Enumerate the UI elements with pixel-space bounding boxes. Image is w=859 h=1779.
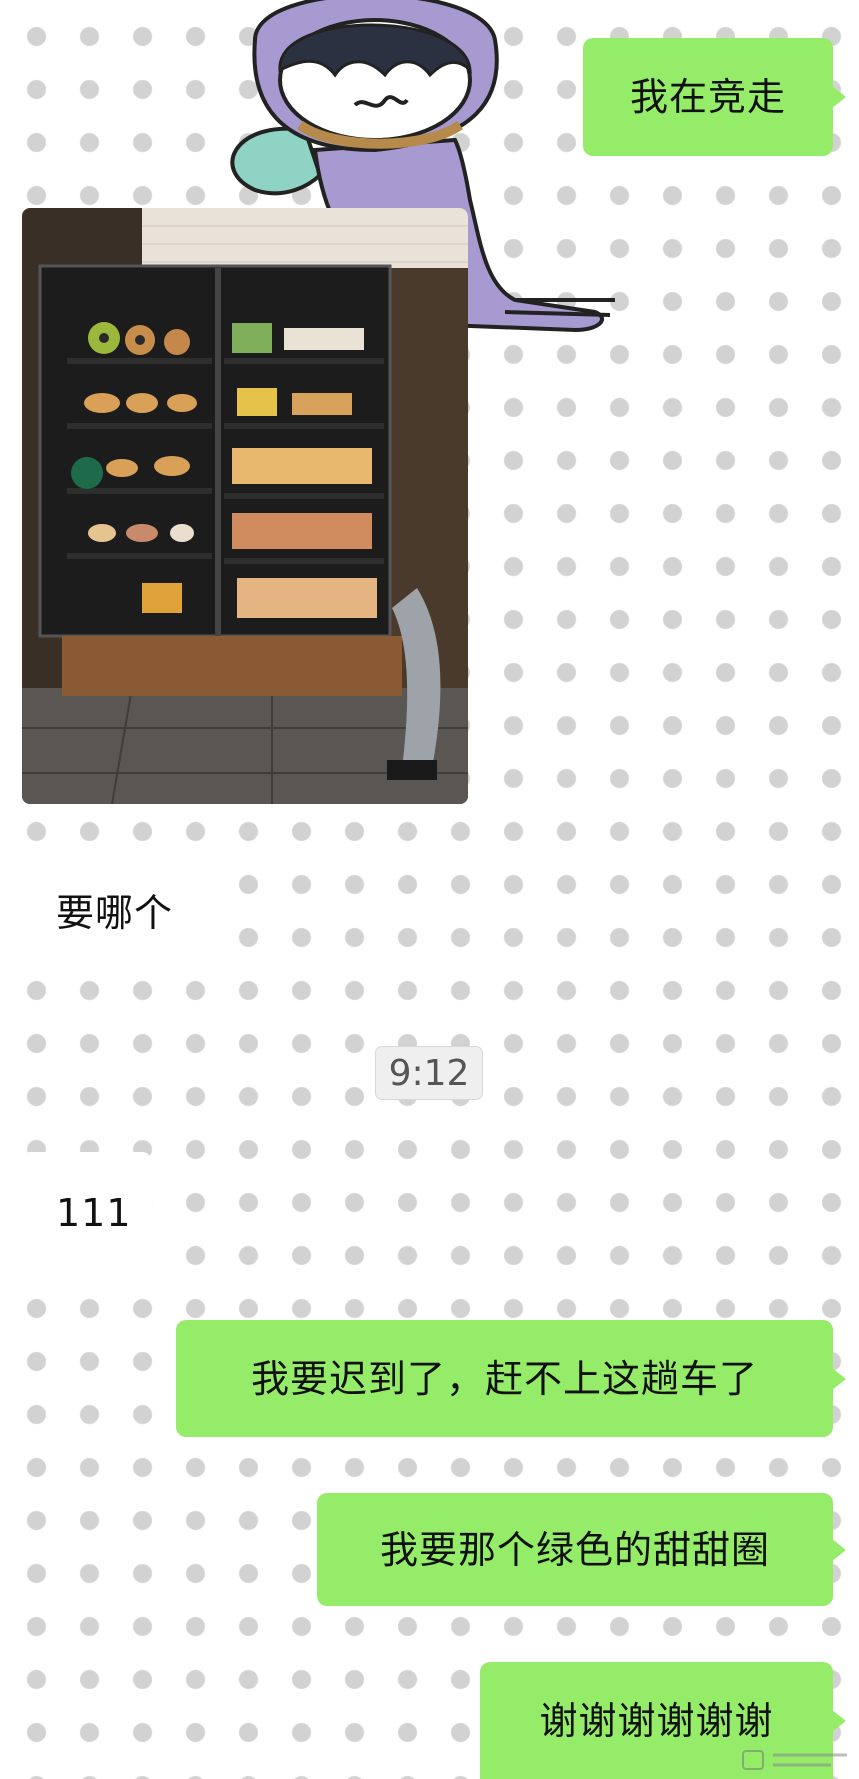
message-text: 111	[56, 1191, 132, 1235]
message-text: 要哪个	[56, 891, 174, 935]
watermark-logo-icon	[742, 1750, 847, 1770]
message-text: 我要那个绿色的甜甜圈	[379, 1527, 770, 1572]
message-timestamp: 9:12	[375, 1046, 483, 1100]
message-bubble-incoming[interactable]: 111	[20, 1152, 152, 1274]
message-text: 谢谢谢谢谢谢	[539, 1698, 774, 1743]
message-bubble-outgoing[interactable]: 我要迟到了，赶不上这趟车了	[176, 1320, 833, 1437]
message-bubble-outgoing[interactable]: 我在竞走	[583, 38, 833, 156]
bakery-display-case-photo[interactable]	[22, 208, 468, 804]
message-bubble-incoming[interactable]: 要哪个	[20, 852, 230, 974]
message-bubble-outgoing[interactable]: 我要那个绿色的甜甜圈	[317, 1493, 833, 1606]
message-text: 我在竞走	[629, 75, 786, 119]
photo-image	[22, 208, 468, 804]
message-text: 我要迟到了，赶不上这趟车了	[250, 1356, 758, 1401]
